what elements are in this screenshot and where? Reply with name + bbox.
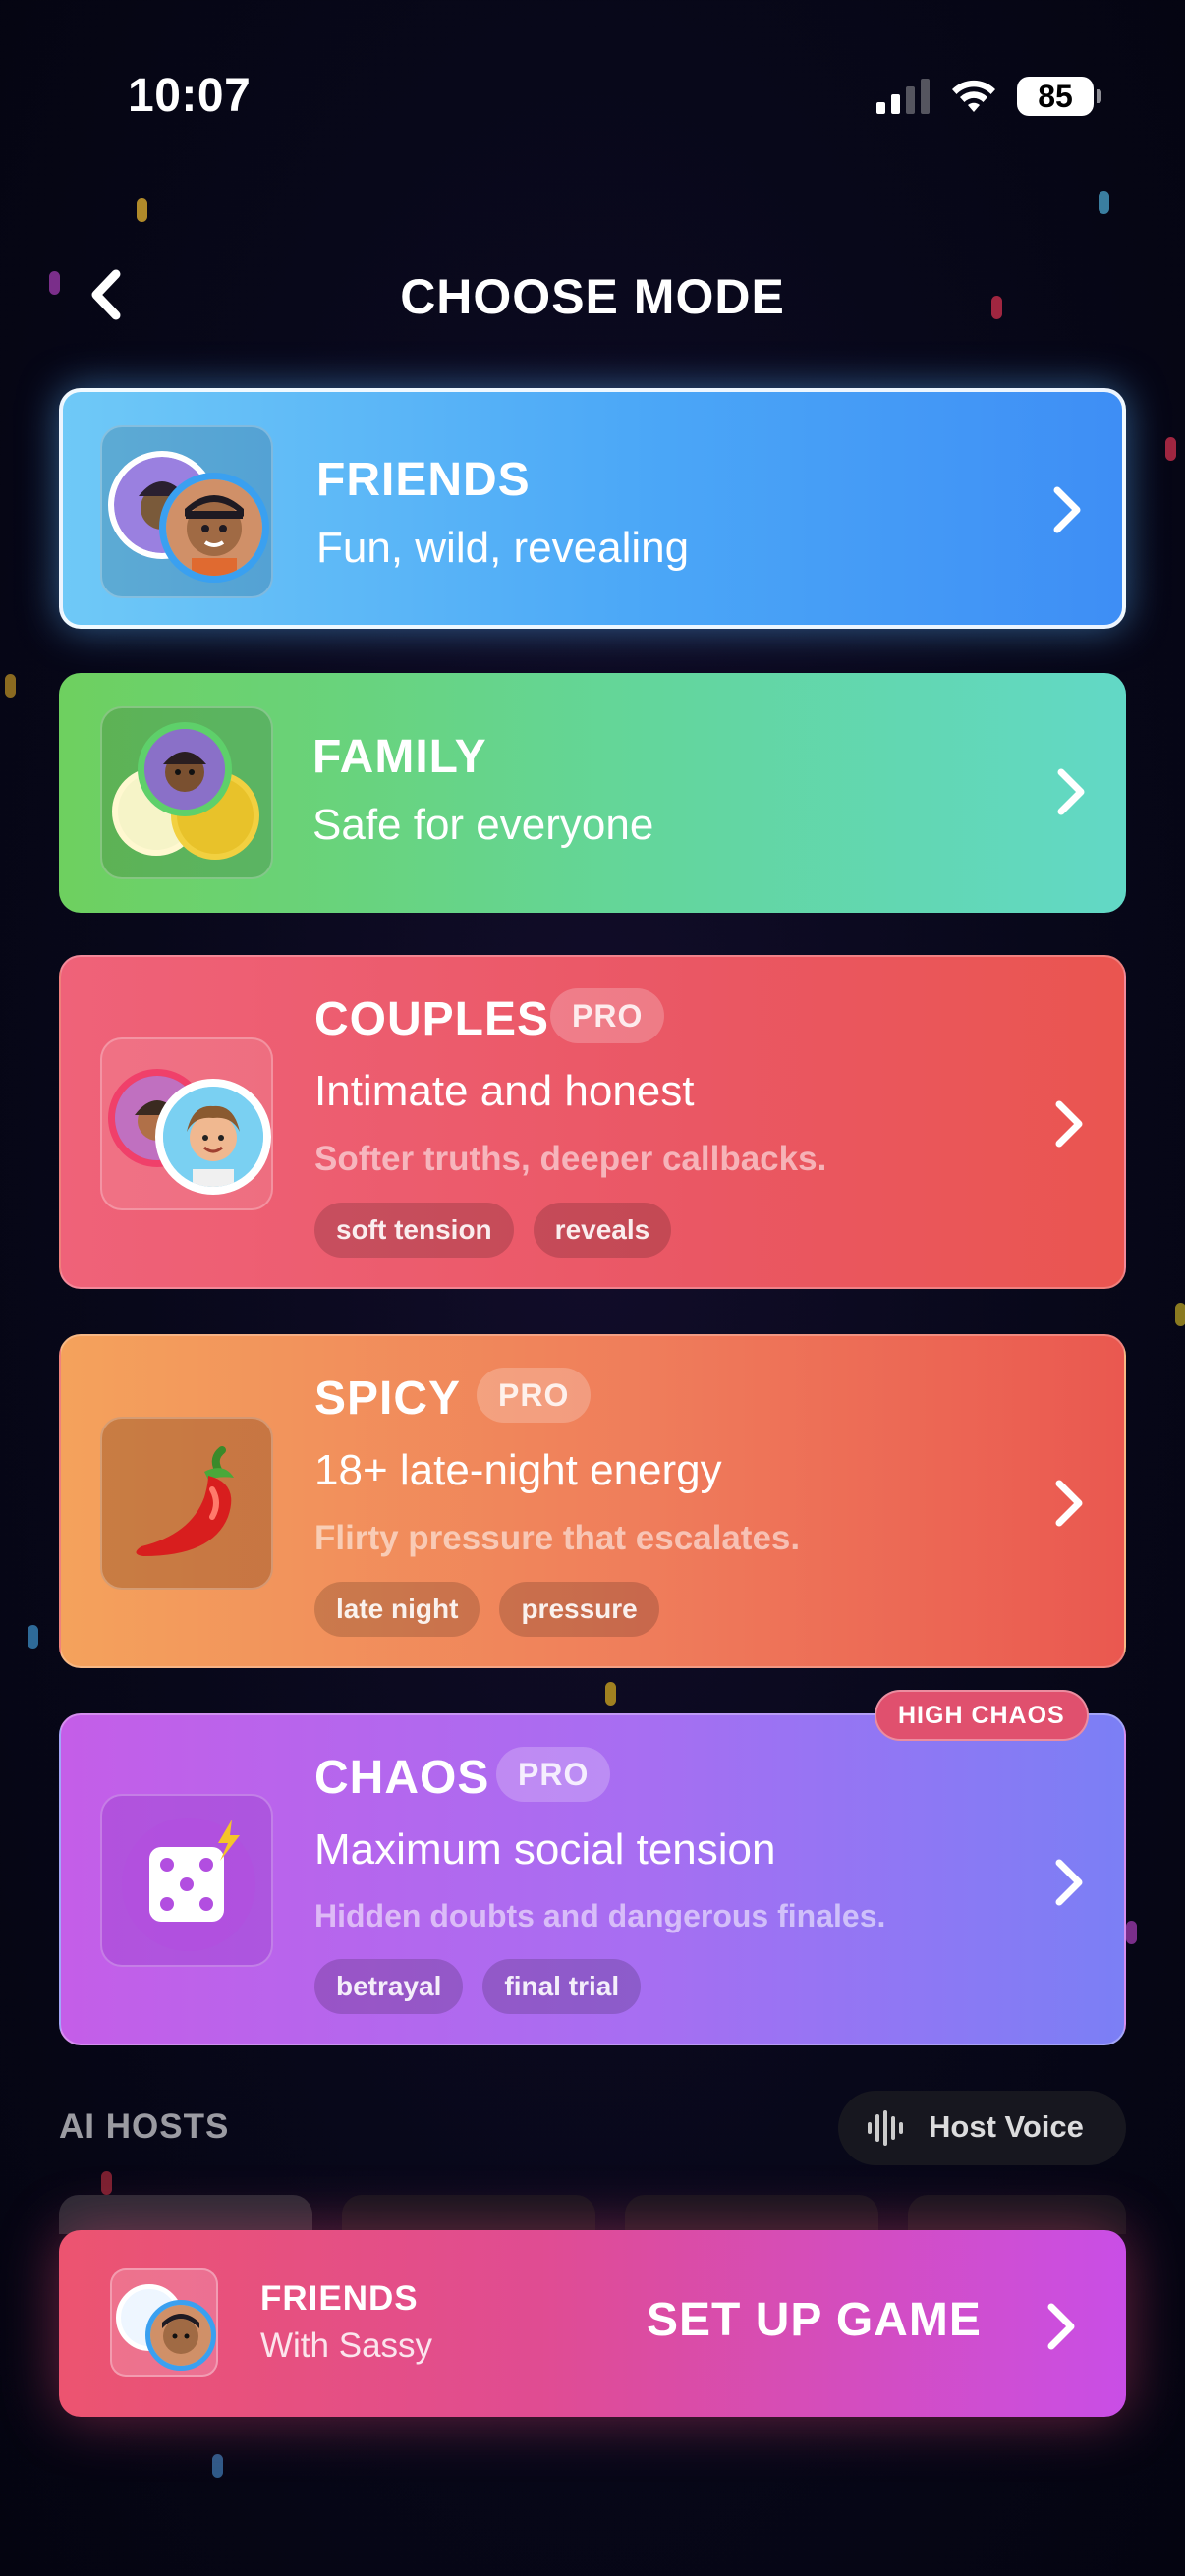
battery-indicator: 85: [1017, 77, 1101, 116]
mode-subtitle: Maximum social tension: [314, 1825, 776, 1874]
mode-name: SPICY: [314, 1372, 462, 1425]
selected-host-label: With Sassy: [260, 2326, 433, 2365]
setup-game-button[interactable]: FRIENDS With Sassy SET UP GAME: [59, 2230, 1126, 2417]
pro-badge: PRO: [550, 988, 665, 1043]
confetti: [212, 2454, 223, 2478]
tag: final trial: [482, 1959, 642, 2014]
chevron-right-icon: [1055, 1859, 1083, 1906]
chevron-right-icon: [1047, 2303, 1075, 2350]
mode-card-chaos[interactable]: CHAOS PRO Maximum social tension Hidden …: [59, 1713, 1126, 2045]
confetti: [1099, 191, 1109, 214]
selected-mode-label: FRIENDS: [260, 2279, 419, 2318]
header: CHOOSE MODE: [0, 251, 1185, 339]
tag: pressure: [499, 1582, 659, 1637]
pro-badge: PRO: [477, 1368, 592, 1423]
mode-subtitle: Safe for everyone: [312, 801, 654, 849]
ai-host-carousel[interactable]: [59, 2195, 1126, 2234]
setup-game-label: SET UP GAME: [647, 2294, 982, 2346]
tag-list: soft tension reveals: [314, 1203, 672, 1258]
voice-waveform-icon: [868, 2110, 903, 2146]
avatar: [155, 1079, 271, 1195]
host-card[interactable]: [625, 2195, 878, 2234]
avatar: [159, 473, 269, 583]
cellular-signal-icon: [876, 79, 930, 114]
ai-hosts-heading: AI HOSTS: [59, 2107, 230, 2146]
friends-thumbnail: [100, 425, 273, 598]
host-card[interactable]: [59, 2195, 312, 2234]
mode-name: FRIENDS: [316, 454, 531, 506]
tag-list: betrayal final trial: [314, 1959, 642, 2014]
dice-icon: [122, 1818, 255, 1951]
mode-description: Hidden doubts and dangerous finales.: [314, 1898, 886, 1933]
host-voice-button[interactable]: Host Voice: [838, 2091, 1126, 2165]
tag: late night: [314, 1582, 480, 1637]
chevron-right-icon: [1057, 768, 1085, 815]
cta-thumbnail: [110, 2268, 218, 2377]
couples-thumbnail: [100, 1037, 273, 1210]
mode-card-spicy[interactable]: SPICY PRO 18+ late-night energy Flirty p…: [59, 1334, 1126, 1668]
host-card[interactable]: [342, 2195, 595, 2234]
chevron-right-icon: [1053, 486, 1081, 533]
spicy-thumbnail: [100, 1417, 273, 1590]
mode-subtitle: 18+ late-night energy: [314, 1446, 722, 1494]
host-voice-label: Host Voice: [929, 2109, 1084, 2144]
confetti: [1175, 1303, 1185, 1326]
confetti: [137, 198, 147, 222]
page-title: CHOOSE MODE: [400, 269, 785, 324]
mode-subtitle: Intimate and honest: [314, 1067, 695, 1115]
family-thumbnail: [100, 706, 273, 879]
tag: betrayal: [314, 1959, 464, 2014]
chaos-thumbnail: [100, 1794, 273, 1967]
tag: reveals: [533, 1203, 672, 1258]
confetti: [28, 1625, 38, 1649]
mode-description: Flirty pressure that escalates.: [314, 1519, 801, 1557]
confetti: [101, 2171, 112, 2195]
chevron-right-icon: [1055, 1480, 1083, 1527]
status-bar: 10:07 85: [0, 0, 1185, 187]
mode-description: Softer truths, deeper callbacks.: [314, 1140, 827, 1178]
mode-name: COUPLES: [314, 993, 550, 1045]
mode-subtitle: Fun, wild, revealing: [316, 524, 690, 572]
confetti: [605, 1682, 616, 1706]
high-chaos-badge: HIGH CHAOS: [875, 1690, 1089, 1741]
wifi-icon: [952, 80, 995, 112]
mode-name: FAMILY: [312, 731, 487, 783]
mode-card-friends[interactable]: FRIENDS Fun, wild, revealing: [59, 388, 1126, 629]
confetti: [5, 674, 16, 698]
tag-list: late night pressure: [314, 1582, 659, 1637]
chili-pepper-icon: [136, 1446, 234, 1556]
avatar: [138, 722, 232, 816]
confetti: [1165, 437, 1176, 461]
host-card[interactable]: [908, 2195, 1126, 2234]
mode-card-couples[interactable]: COUPLES PRO Intimate and honest Softer t…: [59, 955, 1126, 1289]
tag: soft tension: [314, 1203, 514, 1258]
clock: 10:07: [128, 70, 252, 122]
mode-card-family[interactable]: FAMILY Safe for everyone: [59, 673, 1126, 913]
mode-name: CHAOS: [314, 1752, 490, 1804]
pro-badge: PRO: [496, 1747, 611, 1802]
confetti: [1126, 1921, 1137, 1944]
avatar: [145, 2300, 216, 2371]
chevron-right-icon: [1055, 1100, 1083, 1148]
